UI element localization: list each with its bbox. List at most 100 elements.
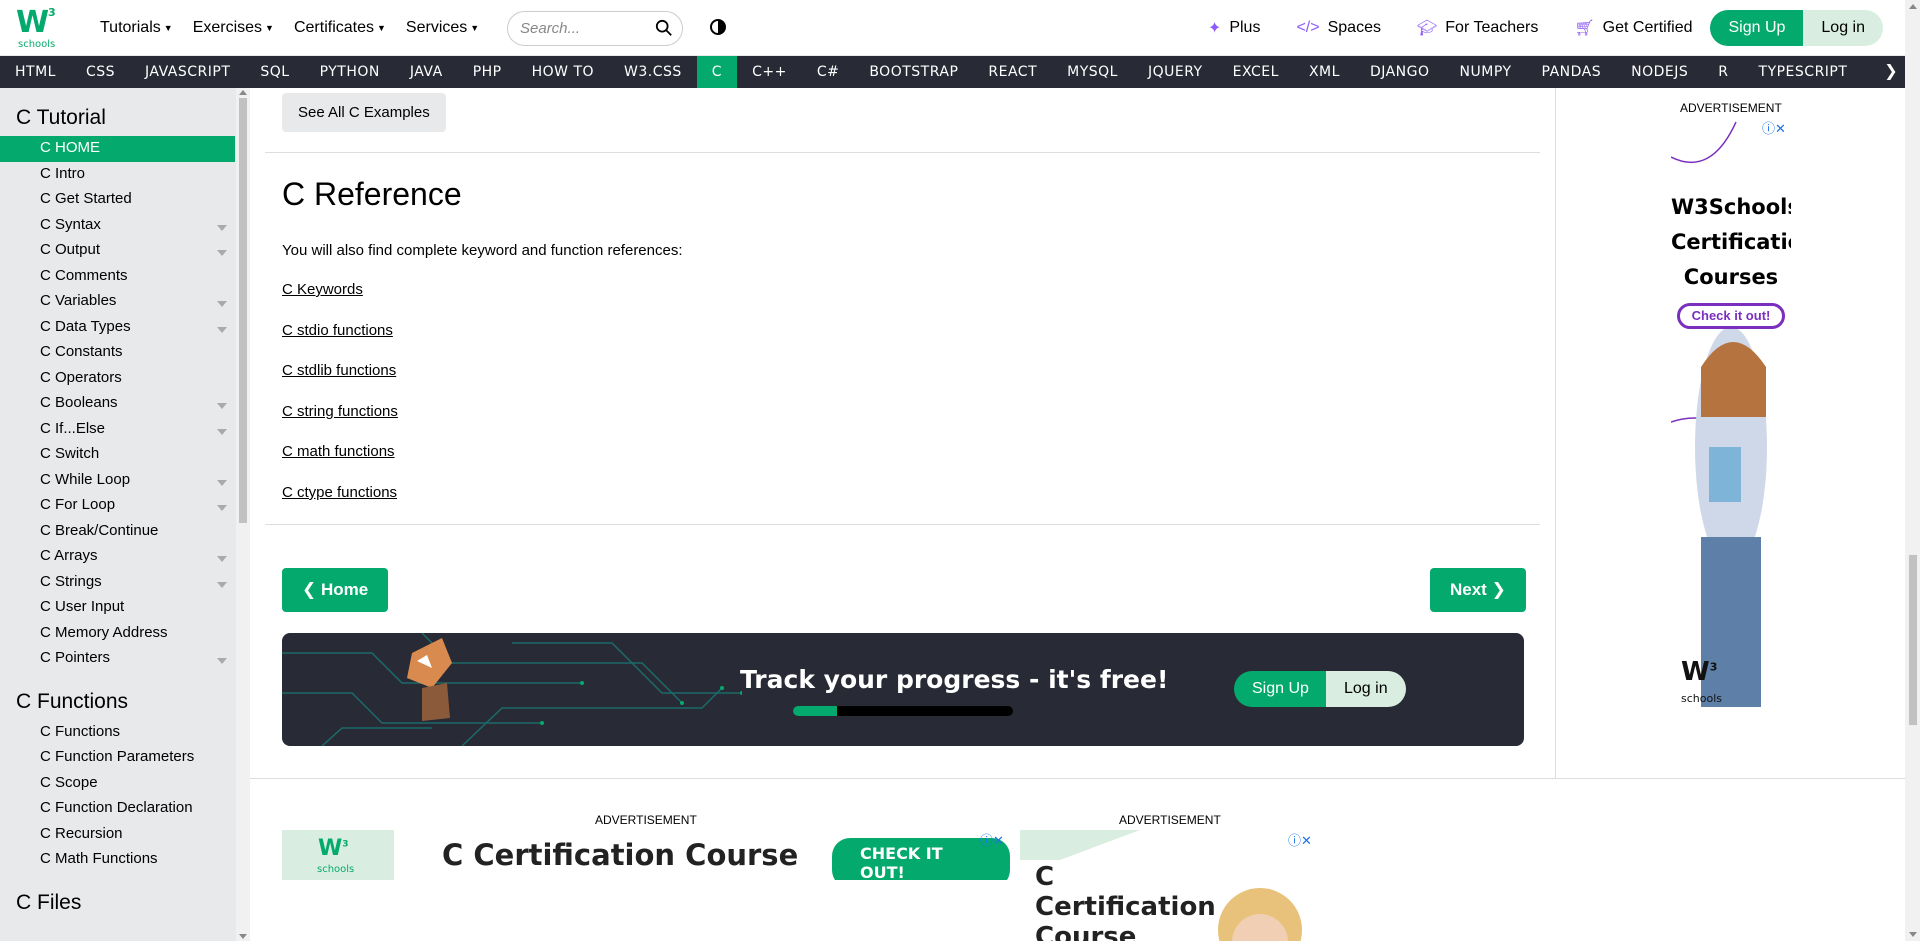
sidebar-item-c-pointers[interactable]: C Pointers: [0, 646, 235, 672]
topic-jquery[interactable]: JQUERY: [1133, 56, 1218, 88]
search-input[interactable]: [520, 20, 640, 37]
scroll-up-icon[interactable]: [239, 90, 247, 95]
page-scrollbar[interactable]: [1905, 0, 1920, 941]
scroll-down-icon[interactable]: [1909, 932, 1917, 937]
topic-r[interactable]: R: [1703, 56, 1743, 88]
sidebar-item-c-scope[interactable]: C Scope: [0, 771, 235, 797]
sidebar-item-c-functions[interactable]: C Functions: [0, 720, 235, 746]
side-advertisement[interactable]: W3Schools Certification Courses Check it…: [1671, 117, 1791, 717]
sidebar-item-c-function-parameters[interactable]: C Function Parameters: [0, 745, 235, 771]
ref-link-stdio[interactable]: C stdio functions: [282, 322, 393, 339]
topic-typescript[interactable]: TYPESCRIPT: [1744, 56, 1863, 88]
login-button[interactable]: Log in: [1803, 10, 1883, 46]
topic-excel[interactable]: EXCEL: [1218, 56, 1294, 88]
ref-link-stdlib[interactable]: C stdlib functions: [282, 362, 396, 379]
sidebar-item-c-function-declaration[interactable]: C Function Declaration: [0, 796, 235, 822]
sidebar-item-c-strings[interactable]: C Strings: [0, 570, 235, 596]
sidebar-item-c-get-started[interactable]: C Get Started: [0, 187, 235, 213]
expand-arrow-icon[interactable]: [217, 556, 227, 562]
ref-link-keywords[interactable]: C Keywords: [282, 281, 363, 298]
see-all-examples-button[interactable]: See All C Examples: [282, 93, 446, 132]
for-teachers-link[interactable]: 🎓︎ For Teachers: [1399, 18, 1556, 38]
menu-exercises[interactable]: Exercises ▼: [183, 19, 284, 37]
topic-css[interactable]: CSS: [71, 56, 130, 88]
topic-mysql[interactable]: MYSQL: [1052, 56, 1133, 88]
topic-php[interactable]: PHP: [458, 56, 517, 88]
chevron-right-icon[interactable]: ❯: [1877, 56, 1905, 88]
expand-arrow-icon[interactable]: [217, 479, 227, 486]
sidebar-item-c-memory-address[interactable]: C Memory Address: [0, 621, 235, 647]
sidebar-item-c-syntax[interactable]: C Syntax: [0, 213, 235, 239]
topic-numpy[interactable]: NUMPY: [1445, 56, 1527, 88]
expand-arrow-icon[interactable]: [217, 250, 227, 256]
bottom-advertisement-2[interactable]: C Certification Course: [1020, 830, 1320, 941]
sidebar-scroll-thumb[interactable]: [239, 98, 247, 523]
topic-c[interactable]: C: [696, 56, 738, 88]
sidebar-item-c-home[interactable]: C HOME: [0, 136, 235, 162]
expand-arrow-icon[interactable]: [217, 224, 227, 231]
sidebar-scrollbar[interactable]: [236, 88, 250, 941]
topic-c-[interactable]: C#: [802, 56, 855, 88]
topic-nodejs[interactable]: NODEJS: [1616, 56, 1703, 88]
topic-bootstrap[interactable]: BOOTSTRAP: [854, 56, 973, 88]
sidebar-item-c-constants[interactable]: C Constants: [0, 340, 235, 366]
search-box[interactable]: [507, 11, 683, 46]
sidebar-item-c-booleans[interactable]: C Booleans: [0, 391, 235, 417]
sidebar-item-c-data-types[interactable]: C Data Types: [0, 315, 235, 341]
topic-c-[interactable]: C++: [737, 56, 802, 88]
topic-java[interactable]: JAVA: [395, 56, 458, 88]
sidebar-item-c-if-else[interactable]: C If...Else: [0, 417, 235, 443]
topic-react[interactable]: REACT: [973, 56, 1052, 88]
ref-link-string[interactable]: C string functions: [282, 403, 398, 420]
sidebar-item-c-break-continue[interactable]: C Break/Continue: [0, 519, 235, 545]
expand-arrow-icon[interactable]: [217, 658, 227, 664]
expand-arrow-icon[interactable]: [217, 581, 227, 588]
topic-sql[interactable]: SQL: [245, 56, 304, 88]
topic-xml[interactable]: XML: [1294, 56, 1355, 88]
topic-w3-css[interactable]: W3.CSS: [609, 56, 697, 88]
signup-button[interactable]: Sign Up: [1710, 10, 1804, 46]
expand-arrow-icon[interactable]: [217, 301, 227, 307]
sidebar-item-c-for-loop[interactable]: C For Loop: [0, 493, 235, 519]
ref-link-ctype[interactable]: C ctype functions: [282, 484, 397, 501]
ad-info-close-icon[interactable]: ⓘ✕: [1762, 118, 1786, 137]
banner-login-button[interactable]: Log in: [1326, 671, 1406, 707]
expand-arrow-icon[interactable]: [217, 428, 227, 435]
sidebar-item-c-while-loop[interactable]: C While Loop: [0, 468, 235, 494]
topic-django[interactable]: DJANGO: [1355, 56, 1445, 88]
sidebar-item-c-arrays[interactable]: C Arrays: [0, 544, 235, 570]
ad-info-close-icon[interactable]: ⓘ✕: [980, 830, 1004, 849]
sidebar-item-c-output[interactable]: C Output: [0, 238, 235, 264]
scroll-down-icon[interactable]: [239, 934, 247, 939]
banner-signup-button[interactable]: Sign Up: [1234, 671, 1327, 707]
plus-link[interactable]: ✦ Plus: [1190, 18, 1279, 38]
expand-arrow-icon[interactable]: [217, 403, 227, 409]
contrast-toggle-icon[interactable]: [710, 19, 726, 35]
expand-arrow-icon[interactable]: [217, 505, 227, 511]
sidebar-item-c-recursion[interactable]: C Recursion: [0, 822, 235, 848]
ref-link-math[interactable]: C math functions: [282, 443, 395, 460]
topic-html[interactable]: HTML: [0, 56, 71, 88]
page-scroll-thumb[interactable]: [1909, 555, 1917, 725]
prev-home-button[interactable]: ❮ Home: [282, 568, 389, 612]
next-button[interactable]: Next ❯: [1430, 568, 1526, 612]
topic-how-to[interactable]: HOW TO: [517, 56, 609, 88]
bottom-advertisement-1[interactable]: W3 schools C Certification Course CHECK …: [282, 830, 1010, 880]
menu-tutorials[interactable]: Tutorials ▼: [90, 19, 183, 37]
sidebar-item-c-comments[interactable]: C Comments: [0, 264, 235, 290]
spaces-link[interactable]: </> Spaces: [1278, 19, 1399, 37]
w3schools-logo[interactable]: W 3 schools: [16, 6, 60, 50]
sidebar-item-c-switch[interactable]: C Switch: [0, 442, 235, 468]
menu-services[interactable]: Services ▼: [396, 19, 489, 37]
menu-certificates[interactable]: Certificates ▼: [284, 19, 396, 37]
side-ad-cta-button[interactable]: Check it out!: [1677, 303, 1785, 329]
sidebar-item-c-operators[interactable]: C Operators: [0, 366, 235, 392]
ad-info-close-icon[interactable]: ⓘ✕: [1288, 830, 1312, 849]
expand-arrow-icon[interactable]: [217, 326, 227, 333]
scroll-up-icon[interactable]: [1909, 4, 1917, 9]
topic-python[interactable]: PYTHON: [305, 56, 395, 88]
sidebar-item-c-intro[interactable]: C Intro: [0, 162, 235, 188]
topic-javascript[interactable]: JAVASCRIPT: [130, 56, 245, 88]
sidebar-item-c-user-input[interactable]: C User Input: [0, 595, 235, 621]
topic-pandas[interactable]: PANDAS: [1527, 56, 1617, 88]
